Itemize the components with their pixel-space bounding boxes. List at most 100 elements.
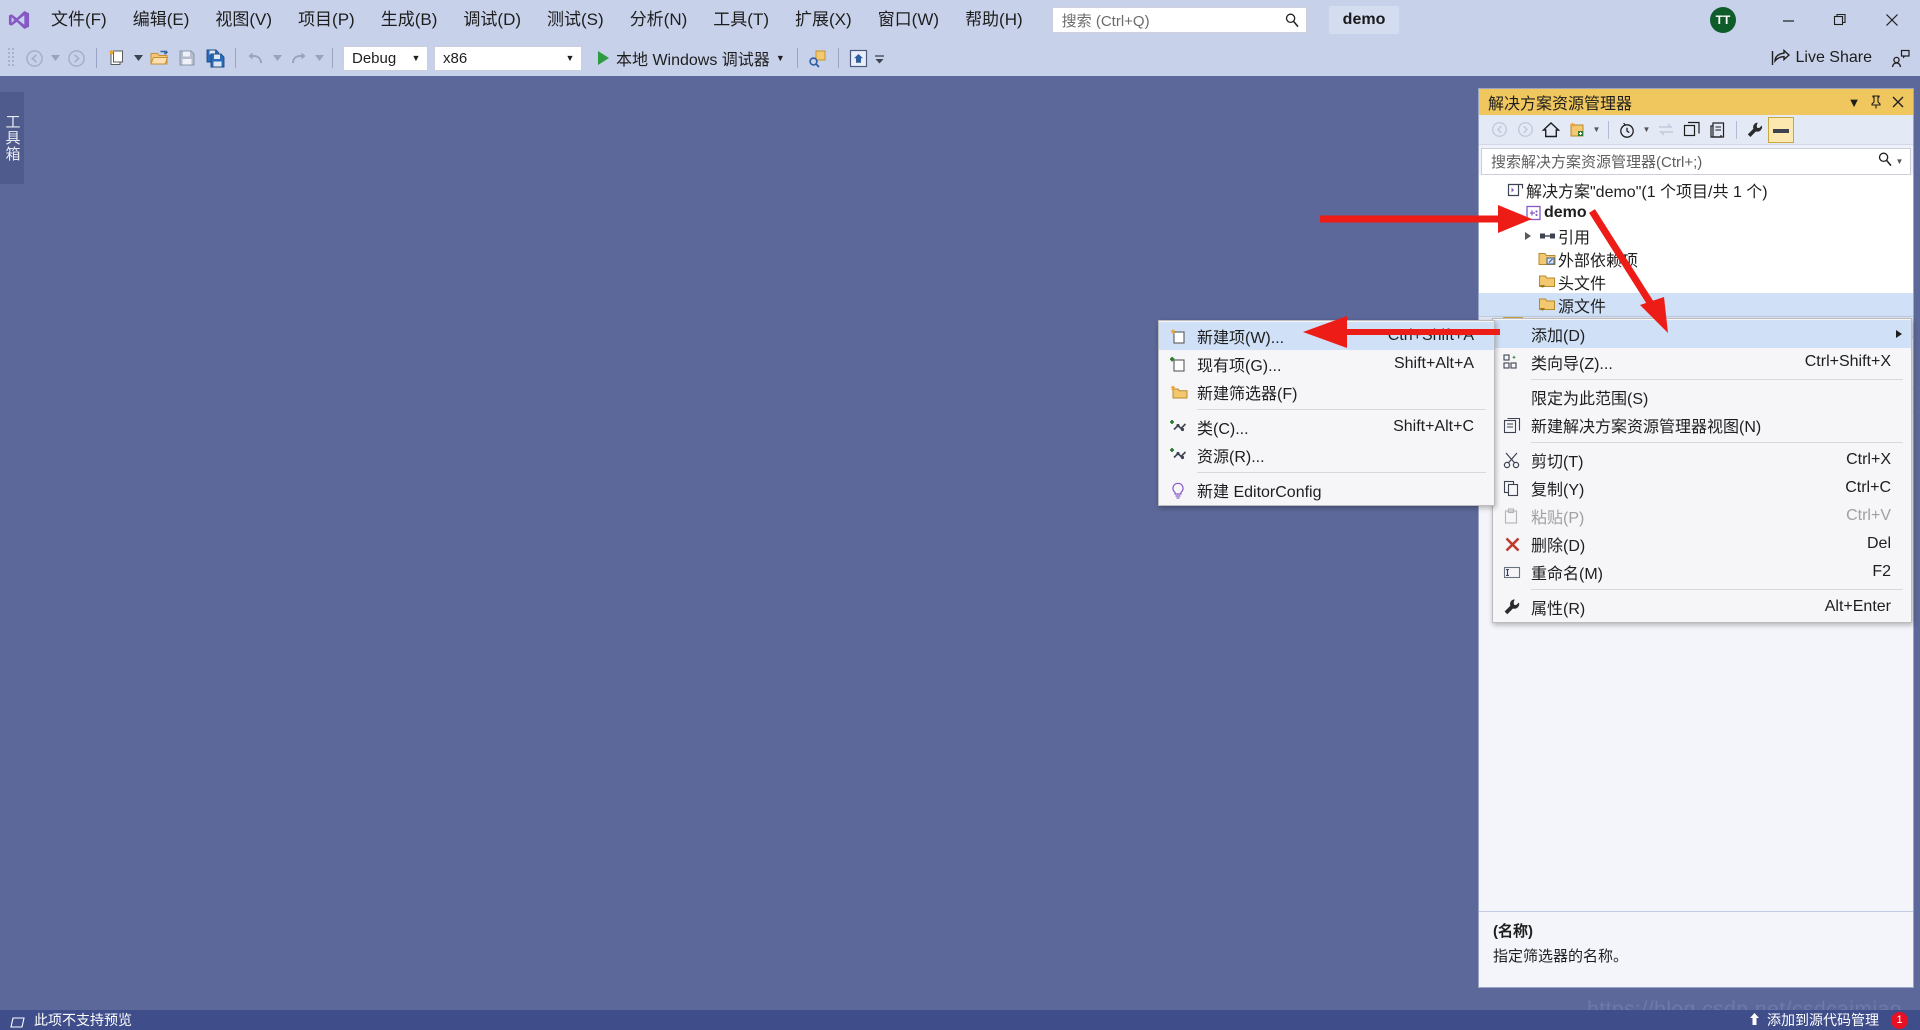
submenu-item-new-editorconfig[interactable]: 新建 EditorConfig	[1159, 476, 1494, 504]
tree-item-header-files[interactable]: 头文件	[1479, 270, 1913, 293]
chevron-down-icon: ▼	[775, 53, 785, 63]
context-menu-item-scope-to-this[interactable]: 限定为此范围(S)	[1493, 383, 1911, 411]
solution-explorer-title: 解决方案资源管理器	[1488, 96, 1633, 113]
menu-build[interactable]: 生成(B)	[368, 0, 451, 40]
tree-item-solution[interactable]: 解决方案"demo"(1 个项目/共 1 个)	[1479, 178, 1913, 201]
redo-dropdown[interactable]	[312, 44, 326, 72]
submenu-item-resource[interactable]: 资源(R)...	[1159, 441, 1494, 469]
close-icon[interactable]	[1887, 90, 1909, 114]
menu-file[interactable]: 文件(F)	[38, 0, 120, 40]
save-all-button[interactable]	[201, 44, 229, 72]
se-collapse-all-icon[interactable]	[1679, 117, 1705, 143]
menu-analyze[interactable]: 分析(N)	[617, 0, 701, 40]
pin-icon[interactable]	[1865, 90, 1887, 114]
avatar[interactable]: TT	[1710, 7, 1736, 33]
live-preview-button[interactable]	[845, 44, 873, 72]
se-back-icon[interactable]	[1486, 117, 1512, 143]
save-file-button[interactable]	[173, 44, 201, 72]
menu-window[interactable]: 窗口(W)	[865, 0, 952, 40]
close-button[interactable]	[1866, 0, 1918, 40]
menu-bar: 文件(F) 编辑(E) 视图(V) 项目(P) 生成(B) 调试(D) 测试(S…	[38, 0, 1036, 40]
context-menu-item-add[interactable]: 添加(D)	[1493, 320, 1911, 348]
navigate-forward-button[interactable]	[62, 44, 90, 72]
se-home-icon[interactable]	[1538, 117, 1564, 143]
notification-badge[interactable]: 1	[1891, 1011, 1908, 1029]
menu-extensions[interactable]: 扩展(X)	[782, 0, 865, 40]
chevron-down-icon: ▼	[411, 53, 421, 63]
toolbox-tab-label: 工具箱	[3, 114, 21, 162]
attach-process-button[interactable]	[804, 44, 832, 72]
start-debugging-button[interactable]: 本地 Windows 调试器 ▼	[592, 44, 791, 72]
tree-item-external-dependencies[interactable]: 外部依赖项	[1479, 247, 1913, 270]
new-view-icon	[1493, 411, 1531, 439]
minimize-button[interactable]	[1762, 0, 1814, 40]
toolbar-overflow-button[interactable]	[873, 44, 887, 72]
se-show-all-files-icon[interactable]	[1564, 117, 1590, 143]
submenu-item-new-filter[interactable]: 新建筛选器(F)	[1159, 378, 1494, 406]
chevron-down-icon[interactable]: ▼	[1843, 90, 1865, 114]
menu-debug[interactable]: 调试(D)	[450, 0, 534, 40]
status-left-text: 此项不支持预览	[34, 1012, 132, 1028]
expand-twisty[interactable]	[1519, 224, 1536, 247]
new-project-button[interactable]	[103, 44, 131, 72]
source-control-upload-icon[interactable]	[1748, 1012, 1761, 1029]
se-properties-icon[interactable]	[1742, 117, 1768, 143]
menu-test[interactable]: 测试(S)	[534, 0, 617, 40]
start-debugging-label: 本地 Windows 调试器	[616, 52, 770, 69]
context-menu-item-class-wizard[interactable]: 类向导(Z)... Ctrl+Shift+X	[1493, 348, 1911, 376]
context-menu-item-rename[interactable]: 重命名(M) F2	[1493, 558, 1911, 586]
context-menu-item-cut[interactable]: 剪切(T) Ctrl+X	[1493, 446, 1911, 474]
open-file-button[interactable]	[145, 44, 173, 72]
context-menu-item-rename-label: 重命名(M)	[1531, 566, 1603, 583]
chevron-down-icon[interactable]: ▼	[1893, 149, 1906, 175]
chevron-down-icon[interactable]: ▼	[1590, 117, 1603, 143]
toolbox-tab[interactable]: 工具箱	[0, 92, 24, 184]
global-search-input[interactable]: 搜索 (Ctrl+Q)	[1051, 7, 1307, 33]
se-pending-changes-icon[interactable]	[1614, 117, 1640, 143]
menu-view[interactable]: 视图(V)	[202, 0, 285, 40]
undo-button[interactable]	[242, 44, 270, 72]
se-toolbar-separator-2	[1736, 120, 1737, 139]
se-sync-icon[interactable]	[1653, 117, 1679, 143]
menu-edit[interactable]: 编辑(E)	[120, 0, 203, 40]
send-feedback-icon[interactable]	[1880, 49, 1920, 68]
solution-explorer-header: 解决方案资源管理器 ▼	[1479, 89, 1913, 115]
toolbar-grip[interactable]	[6, 47, 16, 69]
tree-item-project-demo-label: demo	[1544, 203, 1587, 221]
solution-platform-select[interactable]: x86 ▼	[434, 45, 582, 71]
submenu-item-new-item[interactable]: 新建项(W)... Ctrl+Shift+A	[1159, 322, 1494, 350]
menu-help[interactable]: 帮助(H)	[952, 0, 1036, 40]
tree-item-source-files[interactable]: 源文件	[1479, 293, 1913, 316]
se-properties-window-icon[interactable]	[1705, 117, 1731, 143]
submenu-item-class[interactable]: 类(C)... Shift+Alt+C	[1159, 413, 1494, 441]
toolbar-separator-5	[837, 48, 839, 68]
navigate-backward-button[interactable]	[20, 44, 48, 72]
tree-item-project-demo[interactable]: demo	[1479, 201, 1913, 224]
context-menu-item-paste: 粘贴(P) Ctrl+V	[1493, 502, 1911, 530]
property-description-text: 指定筛选器的名称。	[1493, 948, 1629, 965]
live-share-button[interactable]: Live Share	[1771, 49, 1881, 67]
solution-name-chip[interactable]: demo	[1328, 6, 1400, 34]
se-forward-icon[interactable]	[1512, 117, 1538, 143]
context-menu-item-copy[interactable]: 复制(Y) Ctrl+C	[1493, 474, 1911, 502]
menu-tools[interactable]: 工具(T)	[700, 0, 782, 40]
undo-dropdown[interactable]	[270, 44, 284, 72]
redo-button[interactable]	[284, 44, 312, 72]
tree-item-references[interactable]: 引用	[1479, 224, 1913, 247]
solution-configuration-value: Debug	[352, 49, 397, 67]
solution-configuration-select[interactable]: Debug ▼	[343, 45, 428, 71]
context-menu-item-delete[interactable]: 删除(D) Del	[1493, 530, 1911, 558]
menu-project[interactable]: 项目(P)	[285, 0, 368, 40]
context-menu-item-properties[interactable]: 属性(R) Alt+Enter	[1493, 593, 1911, 621]
solution-explorer-search-input[interactable]: 搜索解决方案资源管理器(Ctrl+;) ▼	[1481, 148, 1911, 175]
se-preview-selected-icon[interactable]	[1768, 116, 1794, 143]
source-control-text[interactable]: 添加到源代码管理	[1767, 1010, 1879, 1030]
new-project-dropdown[interactable]	[131, 44, 145, 72]
context-menu-item-new-solution-explorer-view[interactable]: 新建解决方案资源管理器视图(N)	[1493, 411, 1911, 439]
live-share-icon	[1771, 49, 1790, 67]
navigate-backward-dropdown[interactable]	[48, 44, 62, 72]
submenu-item-new-item-label: 新建项(W)...	[1197, 330, 1285, 347]
chevron-down-icon[interactable]: ▼	[1640, 117, 1653, 143]
maximize-button[interactable]	[1814, 0, 1866, 40]
submenu-item-existing-item[interactable]: 现有项(G)... Shift+Alt+A	[1159, 350, 1494, 378]
